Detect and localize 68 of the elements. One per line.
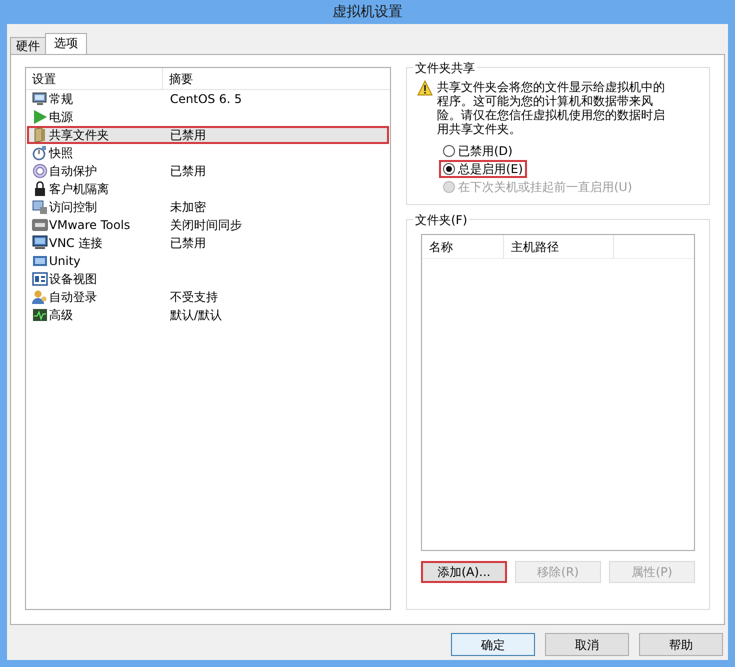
list-row[interactable]: 访问控制 未加密 [27,198,389,216]
radio-label: 总是启用(E) [458,161,523,178]
list-row[interactable]: Unity [27,252,389,270]
setting-name: 自动登录 [49,289,97,306]
stopwatch-icon [32,145,48,161]
setting-summary: 已禁用 [170,163,206,180]
cancel-button[interactable]: 取消 [545,633,629,656]
setting-name: 设备视图 [49,271,97,288]
ok-button[interactable]: 确定 [451,633,535,656]
folder-icon [32,127,48,143]
setting-name: 常规 [49,91,73,108]
window-title: 虚拟机设置 [332,3,404,22]
list-row[interactable]: VNC 连接 已禁用 [27,234,389,252]
setting-name: 电源 [49,109,73,126]
column-header: 设置 [31,70,56,88]
group-title: 文件夹(F) [413,211,470,229]
list-row[interactable]: 高级 默认/默认 [27,306,389,324]
radio-button[interactable] [443,145,455,157]
setting-summary: 不受支持 [170,289,218,306]
list-row[interactable]: VMware Tools 关闭时间同步 [27,216,389,234]
setting-name: VMware Tools [49,217,130,234]
window-icon [32,253,48,269]
list-row[interactable]: 快照 [27,144,389,162]
setting-name: 客户机隔离 [49,181,109,198]
lock-icon [32,181,48,197]
warning-text: 共享文件夹会将您的文件显示给虚拟机中的程序。这可能为您的计算机和数据带来风险。请仅在您信任虚拟机使用您的数据时启用共享文件夹。 [437,80,666,136]
radio-label: 在下次关机或挂起前一直启用(U) [458,179,632,196]
list-row[interactable]: 自动登录 不受支持 [27,288,389,306]
tab[interactable]: 硬件 [10,37,46,54]
setting-name: VNC 连接 [49,235,102,252]
chart-icon [32,307,48,323]
list-row[interactable]: 客户机隔离 [27,180,389,198]
warning-icon [417,80,433,96]
setting-name: 共享文件夹 [49,127,109,144]
setting-summary: 已禁用 [170,235,206,252]
list-row[interactable]: 设备视图 [27,270,389,288]
list-row[interactable]: 电源 [27,108,389,126]
help-button[interactable]: 帮助 [639,633,723,656]
column-header: 主机路径 [504,235,614,258]
setting-name: 高级 [49,307,73,324]
tab[interactable]: 选项 [45,33,87,54]
setting-name: Unity [49,253,81,270]
setting-name: 自动保护 [49,163,97,180]
monitor-icon [32,91,48,107]
button: 属性(P) [609,561,695,583]
window-icon [32,199,48,215]
column-header: 摘要 [168,70,193,88]
setting-summary: 已禁用 [170,127,206,144]
setting-summary: 默认/默认 [170,307,222,324]
radio-label: 已禁用(D) [458,143,513,160]
list-row[interactable]: 常规 CentOS 6. 5 [27,90,389,108]
disc-icon [32,163,48,179]
vm-icon [32,217,48,233]
user-icon [32,289,48,305]
radio-button[interactable] [443,163,455,175]
column-header: 名称 [422,235,504,258]
panel-icon [32,271,48,287]
setting-summary: CentOS 6. 5 [170,91,242,108]
button[interactable]: 添加(A)... [421,561,507,583]
setting-name: 快照 [49,145,73,162]
list-row[interactable]: 共享文件夹 已禁用 [27,126,389,144]
button: 移除(R) [515,561,601,583]
setting-summary: 未加密 [170,199,206,216]
setting-name: 访问控制 [49,199,97,216]
list-row[interactable]: 自动保护 已禁用 [27,162,389,180]
monitor-icon [32,235,48,251]
setting-summary: 关闭时间同步 [170,217,242,234]
group-title: 文件夹共享 [413,59,477,77]
